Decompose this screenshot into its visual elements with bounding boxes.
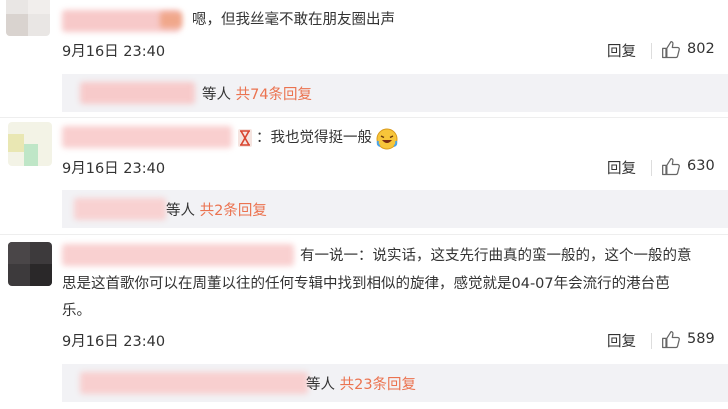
- sub-reply-user[interactable]: [74, 198, 166, 220]
- divider: [651, 160, 652, 176]
- username[interactable]: [62, 126, 232, 148]
- comment-text-line-2: 思是这首歌你可以在周董以往的任何专辑中找到相似的旋律，感觉就是04-07年会流行…: [62, 276, 670, 292]
- divider: [651, 333, 652, 349]
- comment-time: 9月16日 23:40: [62, 334, 166, 350]
- comment-text-body: ：我也觉得挺一般: [256, 130, 372, 146]
- sub-replies-others: 等人: [306, 377, 335, 393]
- sub-replies-link[interactable]: 共2条回复: [200, 203, 267, 219]
- comment-1: 嗯，但我丝毫不敢在朋友圈出声 9月16日 23:40 回复 802 等人 共74…: [0, 0, 728, 112]
- sub-replies-box[interactable]: 等人 共23条回复: [62, 364, 728, 402]
- avatar[interactable]: [6, 0, 50, 36]
- divider: [651, 43, 652, 59]
- sub-reply-user[interactable]: [80, 372, 308, 394]
- reply-button[interactable]: 回复: [607, 330, 636, 351]
- thumbs-up-icon[interactable]: [661, 330, 681, 350]
- divider: [0, 117, 728, 118]
- comment-text: 嗯，但我丝毫不敢在朋友圈出声: [192, 12, 395, 28]
- sub-replies-box[interactable]: 等人 共2条回复: [62, 190, 728, 228]
- sub-replies-summary: 等人 共2条回复: [166, 199, 267, 220]
- comment-time: 9月16日 23:40: [62, 161, 166, 177]
- divider: [0, 234, 728, 235]
- laughing-crying-emoji-icon: [376, 128, 398, 150]
- reply-button[interactable]: 回复: [607, 157, 636, 178]
- sub-replies-link[interactable]: 共74条回复: [236, 87, 312, 103]
- hourglass-icon: [238, 129, 252, 147]
- sub-reply-user[interactable]: [80, 82, 195, 104]
- sub-replies-box[interactable]: 等人 共74条回复: [62, 74, 728, 112]
- comment-text-line-3: 乐。: [62, 303, 91, 319]
- like-count: 802: [687, 41, 715, 57]
- comment-text: ：我也觉得挺一般: [256, 126, 372, 151]
- comment-time: 9月16日 23:40: [62, 44, 166, 60]
- avatar[interactable]: [8, 122, 52, 166]
- comment-text-line-1: 有一说一：说实话，这支先行曲真的蛮一般的，这个一般的意: [300, 248, 692, 264]
- username-badge: [160, 12, 182, 28]
- thumbs-up-icon[interactable]: [661, 40, 681, 60]
- reply-button[interactable]: 回复: [607, 40, 636, 61]
- sub-replies-summary: 等人 共74条回复: [202, 83, 312, 104]
- sub-replies-others: 等人: [166, 203, 195, 219]
- like-count: 589: [687, 331, 715, 347]
- like-count: 630: [687, 158, 715, 174]
- sub-replies-link[interactable]: 共23条回复: [340, 377, 416, 393]
- avatar[interactable]: [8, 242, 52, 286]
- sub-replies-summary: 等人 共23条回复: [306, 373, 416, 394]
- sub-replies-others: 等人: [202, 87, 231, 103]
- username[interactable]: [62, 244, 294, 266]
- thumbs-up-icon[interactable]: [661, 157, 681, 177]
